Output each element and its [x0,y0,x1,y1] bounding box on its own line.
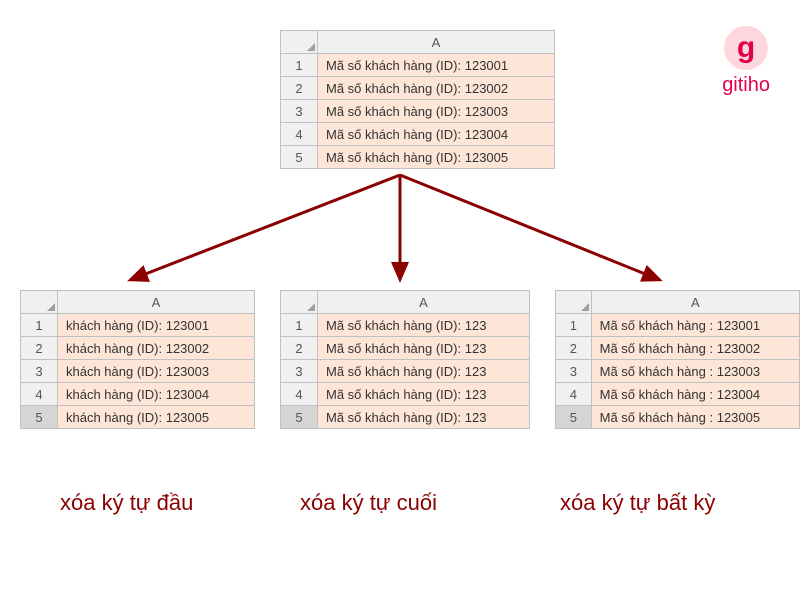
row-header[interactable]: 4 [281,123,318,146]
brand-logo-letter: g [737,31,755,65]
data-cell[interactable]: Mã số khách hàng (ID): 123 [318,337,530,360]
row-header[interactable]: 4 [556,383,592,406]
data-cell[interactable]: khách hàng (ID): 123003 [58,360,255,383]
row-header[interactable]: 2 [281,77,318,100]
row-header[interactable]: 2 [556,337,592,360]
row-header[interactable]: 3 [281,100,318,123]
table-row: 3khách hàng (ID): 123003 [21,360,255,383]
row-header-selected[interactable]: 5 [281,406,318,429]
data-cell[interactable]: khách hàng (ID): 123001 [58,314,255,337]
row-header[interactable]: 4 [281,383,318,406]
table-row: 4Mã số khách hàng : 123004 [556,383,800,406]
data-cell[interactable]: khách hàng (ID): 123004 [58,383,255,406]
table-row: 3Mã số khách hàng (ID): 123003 [281,100,555,123]
row-header[interactable]: 4 [21,383,58,406]
data-cell[interactable]: Mã số khách hàng (ID): 123004 [318,123,555,146]
row-header[interactable]: 1 [21,314,58,337]
table-row: 1Mã số khách hàng : 123001 [556,314,800,337]
data-cell[interactable]: Mã số khách hàng : 123003 [591,360,799,383]
data-cell[interactable]: khách hàng (ID): 123005 [58,406,255,429]
table-row: 4Mã số khách hàng (ID): 123 [281,383,530,406]
row-header-selected[interactable]: 5 [556,406,592,429]
select-all-corner[interactable] [281,31,318,54]
result-table-left: A 1khách hàng (ID): 123001 2khách hàng (… [20,290,255,429]
data-cell[interactable]: Mã số khách hàng : 123005 [591,406,799,429]
select-all-corner[interactable] [281,291,318,314]
select-all-corner[interactable] [556,291,592,314]
row-header[interactable]: 3 [556,360,592,383]
row-header[interactable]: 5 [281,146,318,169]
arrow-left [130,175,400,280]
row-header[interactable]: 3 [281,360,318,383]
table-row: 1khách hàng (ID): 123001 [21,314,255,337]
brand-logo: g gitiho [722,26,770,97]
select-all-corner[interactable] [21,291,58,314]
row-header-selected[interactable]: 5 [21,406,58,429]
row-header[interactable]: 1 [556,314,592,337]
table-row: 2Mã số khách hàng (ID): 123 [281,337,530,360]
row-header[interactable]: 1 [281,314,318,337]
row-header[interactable]: 2 [281,337,318,360]
data-cell[interactable]: Mã số khách hàng (ID): 123002 [318,77,555,100]
data-cell[interactable]: Mã số khách hàng (ID): 123 [318,314,530,337]
table-row: 4khách hàng (ID): 123004 [21,383,255,406]
caption-right: xóa ký tự bất kỳ [560,490,715,516]
data-cell[interactable]: Mã số khách hàng (ID): 123 [318,406,530,429]
result-table-middle: A 1Mã số khách hàng (ID): 123 2Mã số khá… [280,290,530,429]
table-row: 2Mã số khách hàng : 123002 [556,337,800,360]
data-cell[interactable]: Mã số khách hàng : 123002 [591,337,799,360]
table-row: 5Mã số khách hàng (ID): 123005 [281,146,555,169]
data-cell[interactable]: Mã số khách hàng : 123004 [591,383,799,406]
data-cell[interactable]: Mã số khách hàng : 123001 [591,314,799,337]
brand-logo-circle: g [724,26,768,70]
data-cell[interactable]: Mã số khách hàng (ID): 123005 [318,146,555,169]
table-row: 3Mã số khách hàng (ID): 123 [281,360,530,383]
row-header[interactable]: 1 [281,54,318,77]
arrow-right [400,175,660,280]
result-table-right: A 1Mã số khách hàng : 123001 2Mã số khác… [555,290,800,429]
source-table: A 1Mã số khách hàng (ID): 123001 2Mã số … [280,30,555,169]
data-cell[interactable]: Mã số khách hàng (ID): 123003 [318,100,555,123]
data-cell[interactable]: Mã số khách hàng (ID): 123 [318,360,530,383]
table-row: 5khách hàng (ID): 123005 [21,406,255,429]
table-row: 3Mã số khách hàng : 123003 [556,360,800,383]
table-row: 1Mã số khách hàng (ID): 123 [281,314,530,337]
data-cell[interactable]: Mã số khách hàng (ID): 123 [318,383,530,406]
row-header[interactable]: 2 [21,337,58,360]
column-header-a[interactable]: A [58,291,255,314]
table-row: 4Mã số khách hàng (ID): 123004 [281,123,555,146]
table-row: 5Mã số khách hàng : 123005 [556,406,800,429]
column-header-a[interactable]: A [318,291,530,314]
column-header-a[interactable]: A [318,31,555,54]
table-row: 2khách hàng (ID): 123002 [21,337,255,360]
row-header[interactable]: 3 [21,360,58,383]
brand-logo-text: gitiho [722,74,770,97]
table-row: 1Mã số khách hàng (ID): 123001 [281,54,555,77]
column-header-a[interactable]: A [591,291,799,314]
caption-left: xóa ký tự đầu [60,490,193,516]
caption-middle: xóa ký tự cuối [300,490,437,516]
table-row: 5Mã số khách hàng (ID): 123 [281,406,530,429]
data-cell[interactable]: khách hàng (ID): 123002 [58,337,255,360]
table-row: 2Mã số khách hàng (ID): 123002 [281,77,555,100]
data-cell[interactable]: Mã số khách hàng (ID): 123001 [318,54,555,77]
